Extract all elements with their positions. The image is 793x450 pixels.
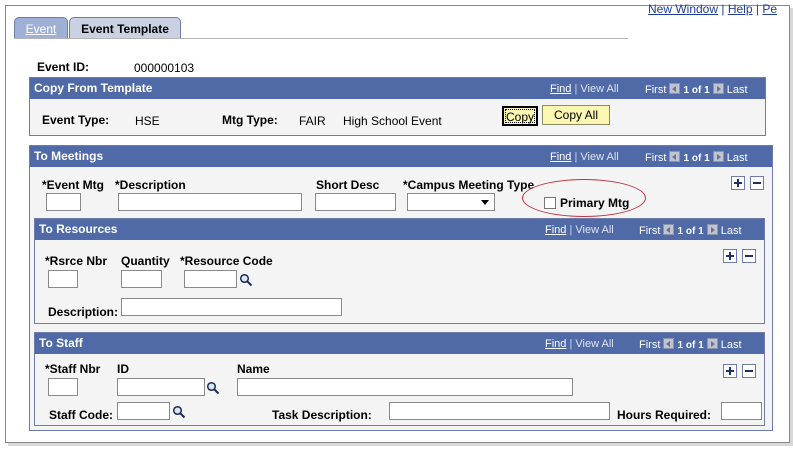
section-title: To Meetings [34,149,104,163]
view-all-link[interactable]: View All [575,338,613,350]
next-arrow-icon[interactable] [706,224,718,235]
pager: First 1 of 1 Last [639,338,742,351]
copy-button[interactable]: Copy [502,106,538,126]
staff-code-input[interactable] [117,402,170,420]
staff-id-input[interactable] [117,378,205,396]
lookup-icon[interactable] [206,381,220,395]
view-all-link[interactable]: View All [580,151,618,163]
hours-required-input[interactable] [721,402,762,420]
view-all-link[interactable]: View All [575,224,613,236]
grid-nav: Find | View All [545,338,614,350]
lookup-icon[interactable] [239,273,253,287]
quantity-input[interactable] [121,270,162,288]
find-link[interactable]: Find [550,83,571,95]
short-desc-label: Short Desc [316,178,380,192]
rsrce-nbr-label: *Rsrce Nbr [45,254,108,268]
event-type-label: Event Type: [42,113,110,127]
row-count: 1 of 1 [683,85,710,96]
next-arrow-icon[interactable] [712,151,724,162]
prev-arrow-icon[interactable] [669,151,681,162]
event-mtg-input[interactable] [46,193,81,211]
tab-event[interactable]: Event [14,17,68,39]
event-id-label: Event ID: [37,60,90,74]
first-label: First [645,84,667,96]
mtg-type-value: FAIR [299,114,326,128]
staff-name-input[interactable] [237,378,573,396]
grid-nav: Find | View All [550,83,619,95]
find-link[interactable]: Find [545,224,566,236]
to-resources-section: To Resources Find | View All First 1 of … [34,218,765,324]
section-title: To Staff [39,336,83,350]
section-title: Copy From Template [34,81,153,95]
last-label: Last [720,225,742,237]
staff-nbr-input[interactable] [48,378,78,396]
task-description-input[interactable] [389,402,610,420]
description-label: *Description [115,178,186,192]
row-count: 1 of 1 [677,340,704,351]
first-label: First [639,225,661,237]
pager: First 1 of 1 Last [645,83,748,96]
event-id-value: 000000103 [134,61,195,75]
new-window-link[interactable]: New Window [648,2,718,16]
last-label: Last [720,339,742,351]
last-label: Last [726,84,748,96]
last-label: Last [726,152,748,164]
help-link[interactable]: Help [728,2,753,16]
staff-code-label: Staff Code: [49,408,113,422]
prev-arrow-icon[interactable] [669,83,681,94]
frame-shadow [8,443,793,446]
resource-code-input[interactable] [184,270,237,288]
short-desc-input[interactable] [315,193,396,211]
grid-nav: Find | View All [545,224,614,236]
grid-nav: Find | View All [550,151,619,163]
tab-divider [14,38,628,39]
row-count: 1 of 1 [677,226,704,237]
tab-event-template[interactable]: Event Template [69,17,181,39]
rsrce-nbr-input[interactable] [48,270,78,288]
quantity-label: Quantity [121,254,170,268]
plus-icon[interactable] [723,249,737,263]
primary-mtg-highlight [522,179,646,217]
campus-meeting-type-label: *Campus Meeting Type [403,178,535,192]
to-staff-section: To Staff Find | View All First 1 of 1 La… [34,332,765,426]
minus-icon[interactable] [742,249,756,263]
next-arrow-icon[interactable] [712,83,724,94]
task-description-label: Task Description: [272,408,372,422]
next-arrow-icon[interactable] [706,338,718,349]
pager: First 1 of 1 Last [645,151,748,164]
resource-code-label: *Resource Code [180,254,273,268]
mtg-type-label: Mtg Type: [222,113,278,127]
description-input[interactable] [118,193,302,211]
view-all-link[interactable]: View All [580,83,618,95]
resource-description-label: Description: [48,305,119,319]
prev-arrow-icon[interactable] [663,338,675,349]
copy-all-button[interactable]: Copy All [542,105,610,125]
event-mtg-label: *Event Mtg [42,178,105,192]
minus-icon[interactable] [742,364,756,378]
resource-description-input[interactable] [121,298,342,316]
pager: First 1 of 1 Last [639,224,742,237]
lookup-icon[interactable] [172,405,186,419]
staff-id-label: ID [117,362,129,376]
minus-icon[interactable] [750,176,764,190]
first-label: First [639,339,661,351]
first-label: First [645,152,667,164]
personalize-link[interactable]: Pe [762,2,777,16]
to-meetings-section: To Meetings Find | View All First 1 of 1… [29,145,773,431]
event-type-value: HSE [135,114,160,128]
campus-meeting-type-select[interactable] [407,193,495,211]
hours-required-label: Hours Required: [617,408,712,422]
staff-nbr-label: *Staff Nbr [45,362,101,376]
top-links: New Window | Help | Pe [648,2,778,16]
copy-from-template-section: Copy From Template Find | View All First… [29,77,766,136]
row-count: 1 of 1 [683,153,710,164]
plus-icon[interactable] [731,176,745,190]
mtg-type-description: High School Event [343,114,442,128]
find-link[interactable]: Find [550,151,571,163]
find-link[interactable]: Find [545,338,566,350]
prev-arrow-icon[interactable] [663,224,675,235]
plus-icon[interactable] [723,364,737,378]
staff-name-label: Name [237,362,270,376]
section-title: To Resources [39,222,118,236]
